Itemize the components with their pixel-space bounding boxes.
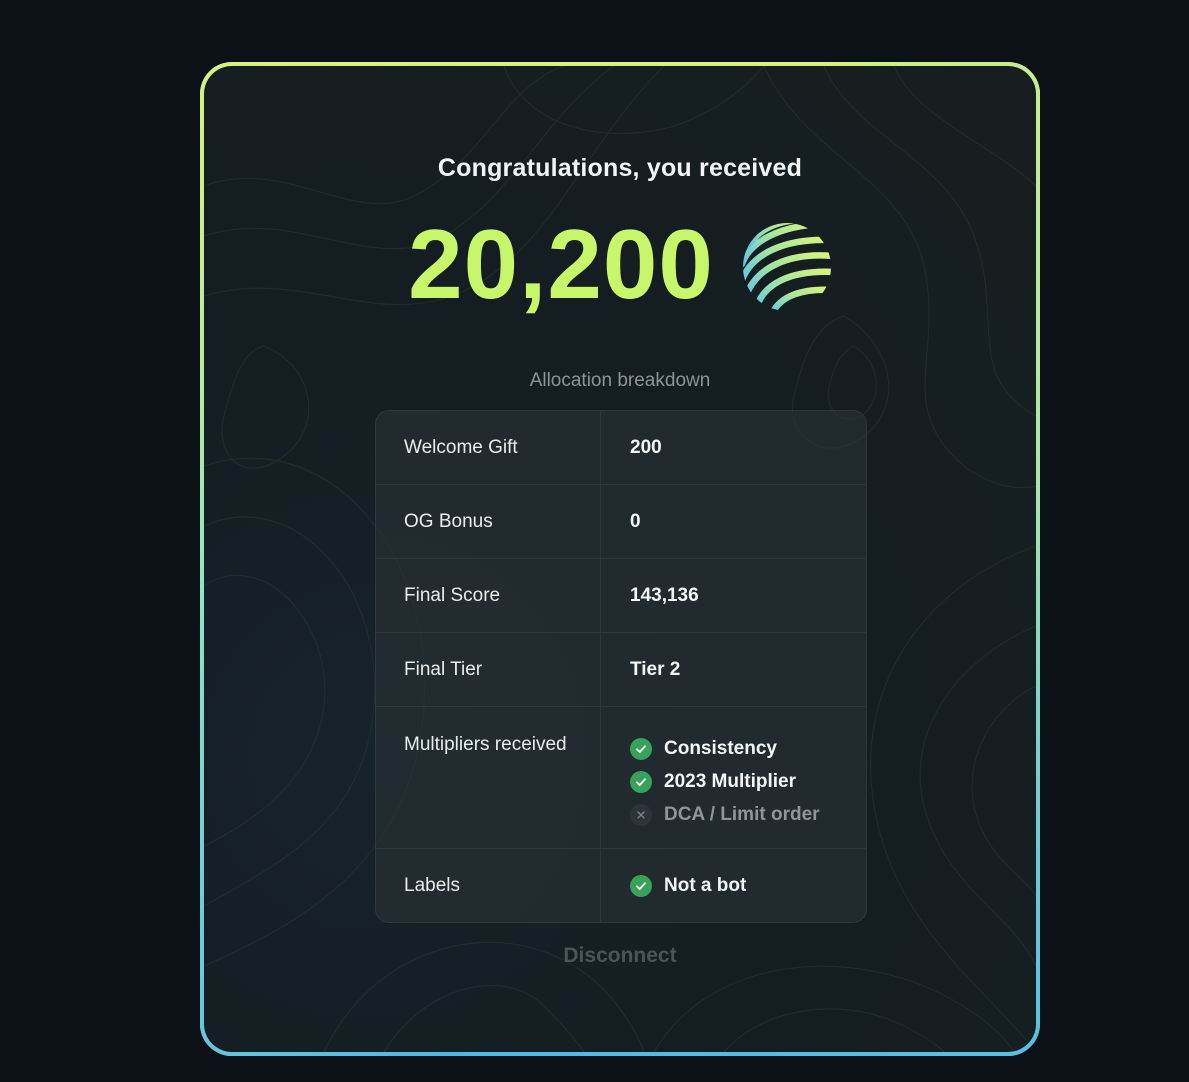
multiplier-list: Consistency 2023 Multiplier DCA / Limit … [601,707,866,848]
x-icon [630,803,652,826]
row-value: 143,136 [630,584,699,606]
check-icon [630,737,652,760]
multiplier-item-consistency: Consistency [630,732,777,765]
label-item-not-a-bot: Not a bot [630,869,746,902]
allocation-amount: 20,200 [408,209,714,319]
multiplier-label: 2023 Multiplier [664,770,796,792]
table-row-multipliers: Multipliers received Consistency 2023 Mu… [376,707,866,849]
row-value: Tier 2 [630,658,681,680]
row-label: Final Score [376,559,601,632]
allocation-card: Congratulations, you received 20,200 All… [204,66,1036,1052]
table-row-final-tier: Final Tier Tier 2 [376,633,866,707]
row-label: Final Tier [376,633,601,706]
table-row-welcome-gift: Welcome Gift 200 [376,411,866,485]
table-row-labels: Labels Not a bot [376,849,866,922]
row-label: Labels [376,849,601,922]
multiplier-item-2023: 2023 Multiplier [630,765,796,798]
allocation-card-frame: Congratulations, you received 20,200 All… [200,62,1040,1056]
row-label: OG Bonus [376,485,601,558]
breakdown-table: Welcome Gift 200 OG Bonus 0 Final Score … [375,410,867,923]
row-label: Welcome Gift [376,411,601,484]
amount-row: 20,200 [204,214,1036,314]
labels-list: Not a bot [601,849,866,922]
disconnect-button[interactable]: Disconnect [204,944,1036,968]
allocation-breakdown-heading: Allocation breakdown [529,370,711,391]
congratulations-title: Congratulations, you received [437,154,803,182]
label-text: Not a bot [664,874,747,896]
multiplier-label: Consistency [664,737,777,759]
table-row-og-bonus: OG Bonus 0 [376,485,866,559]
striped-sphere-logo-icon [742,223,831,311]
table-row-final-score: Final Score 143,136 [376,559,866,633]
check-icon [630,874,652,897]
row-value: 0 [630,510,641,532]
row-label: Multipliers received [376,707,601,848]
row-value: 200 [630,436,662,458]
multiplier-item-dca-limit-order: DCA / Limit order [630,798,820,831]
check-icon [630,770,652,793]
multiplier-label: DCA / Limit order [664,803,820,825]
